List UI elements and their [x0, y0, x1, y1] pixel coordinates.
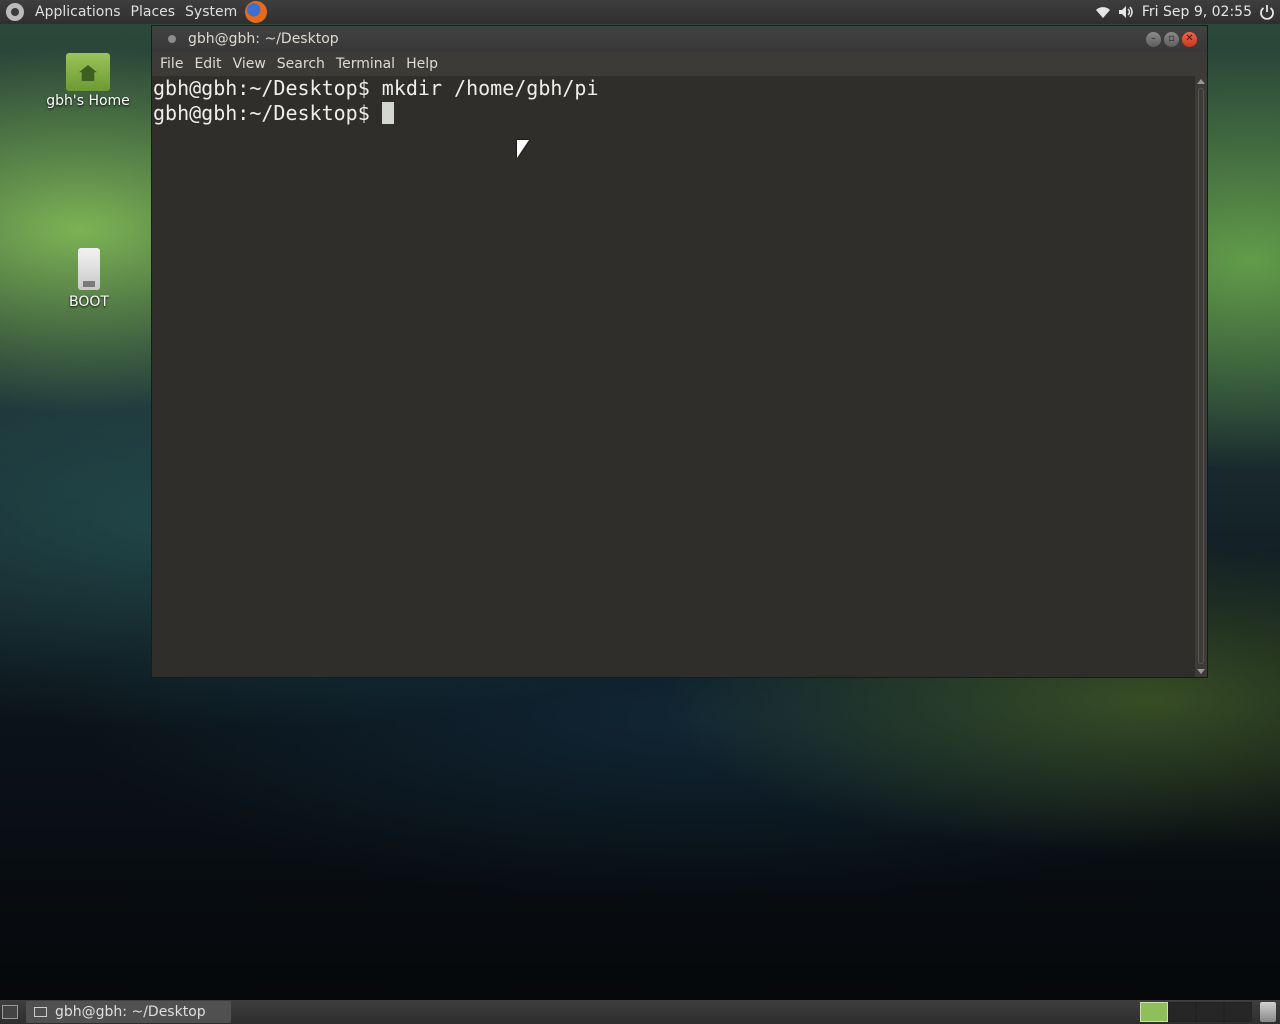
- places-menu[interactable]: Places: [126, 0, 181, 24]
- system-menu[interactable]: System: [180, 0, 242, 24]
- terminal-menubar: File Edit View Search Terminal Help: [152, 52, 1207, 76]
- menu-edit[interactable]: Edit: [188, 52, 226, 76]
- menu-terminal[interactable]: Terminal: [330, 52, 400, 76]
- workspace-4[interactable]: [1224, 1002, 1252, 1022]
- window-titlebar[interactable]: gbh@gbh: ~/Desktop – ▫ ✕: [152, 26, 1207, 52]
- terminal-window[interactable]: gbh@gbh: ~/Desktop – ▫ ✕ File Edit View …: [151, 25, 1208, 678]
- top-panel: Applications Places System Fri Sep 9, 02…: [0, 0, 1280, 24]
- clock[interactable]: Fri Sep 9, 02:55: [1142, 4, 1252, 20]
- workspace-2[interactable]: [1168, 1002, 1196, 1022]
- bottom-panel: gbh@gbh: ~/Desktop: [0, 1000, 1280, 1024]
- applications-menu[interactable]: Applications: [30, 0, 126, 24]
- show-desktop-icon[interactable]: [2, 1005, 18, 1019]
- workspace-switcher: [1140, 1002, 1252, 1022]
- maximize-button[interactable]: ▫: [1164, 31, 1179, 47]
- desktop-icon-home[interactable]: gbh's Home: [38, 53, 138, 109]
- close-button[interactable]: ✕: [1182, 31, 1197, 47]
- terminal-output[interactable]: gbh@gbh:~/Desktop$ mkdir /home/gbh/pi gb…: [152, 76, 1195, 677]
- desktop-background: Applications Places System Fri Sep 9, 02…: [0, 0, 1280, 1024]
- menu-file[interactable]: File: [154, 52, 188, 76]
- window-menu-icon[interactable]: [168, 35, 176, 43]
- desktop-icon-label: gbh's Home: [46, 93, 130, 109]
- window-controls: – ▫ ✕: [1146, 31, 1207, 47]
- desktop-icon-label: BOOT: [69, 294, 109, 310]
- text-cursor: [381, 102, 394, 124]
- taskbar-item-terminal[interactable]: gbh@gbh: ~/Desktop: [26, 1001, 231, 1023]
- trash-icon[interactable]: [1260, 1002, 1276, 1022]
- scrollbar-thumb[interactable]: [1198, 88, 1204, 664]
- scroll-up-icon[interactable]: [1197, 79, 1205, 84]
- desktop-icon-boot[interactable]: BOOT: [39, 248, 139, 310]
- menu-view[interactable]: View: [227, 52, 271, 76]
- system-tray: Fri Sep 9, 02:55: [1094, 3, 1280, 21]
- mouse-pointer-icon: [517, 140, 529, 158]
- window-title: gbh@gbh: ~/Desktop: [188, 31, 339, 47]
- home-folder-icon: [66, 53, 110, 91]
- workspace-1[interactable]: [1140, 1002, 1168, 1022]
- terminal-line: gbh@gbh:~/Desktop$ mkdir /home/gbh/pi: [153, 76, 599, 100]
- power-icon[interactable]: [1258, 3, 1276, 21]
- terminal-line: gbh@gbh:~/Desktop$: [152, 101, 1195, 126]
- taskbar-item-label: gbh@gbh: ~/Desktop: [55, 1004, 206, 1020]
- ubuntu-logo-icon[interactable]: [6, 3, 24, 21]
- wifi-icon[interactable]: [1094, 3, 1112, 21]
- menu-search[interactable]: Search: [271, 52, 330, 76]
- menu-help[interactable]: Help: [400, 52, 443, 76]
- workspace-3[interactable]: [1196, 1002, 1224, 1022]
- volume-icon[interactable]: [1118, 3, 1136, 21]
- minimize-button[interactable]: –: [1146, 31, 1161, 47]
- firefox-icon[interactable]: [245, 1, 268, 23]
- scroll-down-icon[interactable]: [1197, 669, 1205, 674]
- usb-drive-icon: [78, 248, 100, 290]
- terminal-icon: [34, 1007, 47, 1017]
- terminal-scrollbar[interactable]: [1195, 76, 1207, 677]
